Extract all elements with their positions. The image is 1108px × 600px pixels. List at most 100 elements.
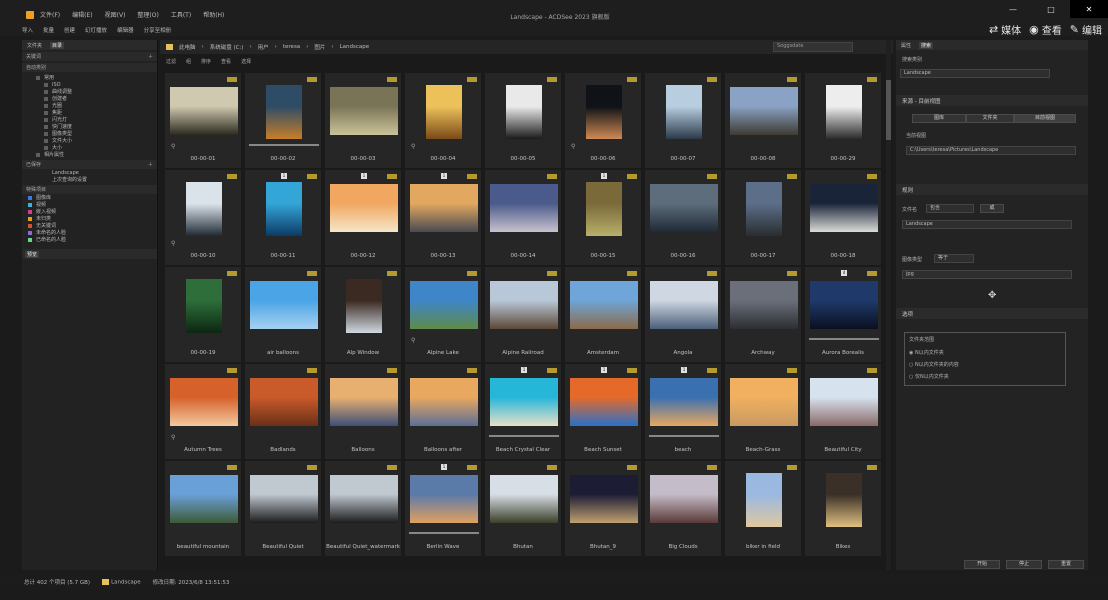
thumbnail-item[interactable]: ⚲ 00-00-01 (164, 72, 242, 169)
thumbnail-item[interactable]: 00-00-08 (724, 72, 802, 169)
special-item[interactable]: 未归类 (28, 215, 157, 222)
menu-file[interactable]: 文件(F) (40, 10, 60, 19)
rule-value-field[interactable]: Landscape (902, 220, 1072, 229)
tree-item[interactable]: 图像类型 (36, 130, 157, 137)
equal-select[interactable]: 等于 (934, 254, 974, 263)
option-radio[interactable]: ○ 仅N以内文件夹 (909, 373, 949, 380)
tree-item[interactable]: 常用 (36, 74, 157, 81)
auto-categories-header[interactable]: 自动类别 (22, 63, 157, 72)
thumbnail-item[interactable]: 00-00-17 (724, 169, 802, 266)
tree-item[interactable]: 创建者 (36, 95, 157, 102)
breadcrumb-item[interactable]: 系统磁盘 (C:) (210, 43, 244, 51)
tree-item[interactable]: 文件大小 (36, 137, 157, 144)
keywords-header[interactable]: 关键词 ＋ (22, 52, 157, 61)
mode-tab-view[interactable]: ◉ 查看 (1029, 22, 1062, 37)
thumbnail-item[interactable]: beautiful mountain (164, 460, 242, 557)
option-radio[interactable]: ○ N以内文件夹的内容 (909, 361, 959, 368)
stop-button[interactable]: 停止 (1006, 560, 1042, 569)
thumbnail-item[interactable]: 1 beach (644, 363, 722, 460)
tab-catalog[interactable]: 目录 (50, 41, 65, 49)
thumbnail-item[interactable]: 00-00-18 (804, 169, 882, 266)
mode-tab-media[interactable]: ⇄ 媒体 (989, 22, 1021, 37)
thumbnail-item[interactable]: 00-00-16 (644, 169, 722, 266)
thumbnail-item[interactable]: Alpine Railroad (484, 266, 562, 363)
toolbar-editor[interactable]: 编辑器 (117, 26, 134, 34)
vertical-scrollbar[interactable] (886, 40, 891, 570)
tree-item[interactable]: 闪光灯 (36, 116, 157, 123)
thumbnail-item[interactable]: Badlands (244, 363, 322, 460)
special-items-header[interactable]: 特殊项目 (22, 185, 157, 194)
add-icon[interactable]: ＋ (148, 161, 153, 168)
minimize-button[interactable]: — (994, 0, 1032, 18)
breadcrumb-item[interactable]: 用户 (258, 43, 269, 51)
options-section-header[interactable]: 选项 (896, 308, 1088, 319)
tab-preview[interactable]: 预览 (25, 250, 40, 258)
thumbnail-item[interactable]: 1 Beach Crystal Clear (484, 363, 562, 460)
thumbnail-item[interactable]: 1 Berlin Wave (404, 460, 482, 557)
thumbnail-item[interactable]: 00-00-03 (324, 72, 402, 169)
source-tab-library[interactable]: 图库 (912, 114, 966, 123)
add-icon[interactable]: ＋ (148, 53, 153, 60)
thumbnail-item[interactable]: air balloons (244, 266, 322, 363)
saved-searches-header[interactable]: 已保存 ＋ (22, 160, 157, 169)
tree-item[interactable]: 相片属性 (36, 151, 157, 158)
thumbnail-item[interactable]: 4 Aurora Borealis (804, 266, 882, 363)
thumbnail-item[interactable]: Big Clouds (644, 460, 722, 557)
thumbnail-item[interactable]: Beautiful Quiet_watermark (324, 460, 402, 557)
thumbnail-item[interactable]: Balloons (324, 363, 402, 460)
option-radio[interactable]: ◉ N以内文件夹 (909, 349, 944, 356)
or-button[interactable]: 或 (980, 204, 1004, 213)
toolbar-import[interactable]: 导入 (22, 26, 33, 34)
breadcrumb-item[interactable]: 此电脑 (179, 43, 196, 51)
thumbnail-item[interactable]: Amsterdam (564, 266, 642, 363)
special-item[interactable]: 未命名的人脸 (28, 229, 157, 236)
source-tab-folders[interactable]: 文件夹 (966, 114, 1014, 123)
saved-item[interactable]: Landscape (52, 169, 157, 176)
select-button[interactable]: 选择 (241, 58, 251, 65)
special-item[interactable]: 图像库 (28, 194, 157, 201)
source-tab-current-view[interactable]: 目前视图 (1014, 114, 1076, 123)
thumbnail-item[interactable]: ⚲ 00-00-04 (404, 72, 482, 169)
add-rule-icon[interactable]: ✥ (988, 290, 996, 301)
rules-section-header[interactable]: 规则 (896, 184, 1088, 195)
reset-button[interactable]: 重置 (1048, 560, 1084, 569)
thumbnail-item[interactable]: 1 00-00-15 (564, 169, 642, 266)
thumbnail-item[interactable]: Beautiful City (804, 363, 882, 460)
tab-search[interactable]: 搜索 (919, 41, 934, 49)
tree-item[interactable]: 大小 (36, 144, 157, 151)
tree-item[interactable]: 曲线调整 (36, 88, 157, 95)
tree-item[interactable]: 焦距 (36, 109, 157, 116)
thumbnail-item[interactable]: 1 00-00-12 (324, 169, 402, 266)
tab-properties[interactable]: 属性 (899, 42, 913, 49)
thumbnail-item[interactable]: Bikes (804, 460, 882, 557)
menu-edit[interactable]: 编辑(E) (72, 10, 92, 19)
thumbnail-item[interactable]: ⚲ 00-00-10 (164, 169, 242, 266)
thumbnail-item[interactable]: Bhutan_9 (564, 460, 642, 557)
breadcrumb-item[interactable]: 图片 (314, 43, 325, 51)
close-button[interactable]: ✕ (1070, 0, 1108, 18)
thumbnail-item[interactable]: ⚲ 00-00-06 (564, 72, 642, 169)
thumbnail-item[interactable]: 1 Beach Sunset (564, 363, 642, 460)
breadcrumb-item[interactable]: Landscape (340, 44, 370, 50)
quick-search-input[interactable]: Soggsdate (773, 42, 853, 52)
menu-organize[interactable]: 整理(O) (137, 10, 158, 19)
thumbnail-item[interactable]: ⚲ Autumn Trees (164, 363, 242, 460)
special-item[interactable]: 视频 (28, 201, 157, 208)
mode-tab-edit[interactable]: ✎ 编辑 (1070, 22, 1102, 37)
thumbnail-item[interactable]: Beautiful Quiet (244, 460, 322, 557)
search-name-field[interactable]: Landscape (900, 69, 1050, 78)
thumbnail-item[interactable]: Angola (644, 266, 722, 363)
start-button[interactable]: 开始 (964, 560, 1000, 569)
toolbar-slideshow[interactable]: 幻灯播放 (85, 26, 107, 34)
thumbnail-item[interactable]: 00-00-05 (484, 72, 562, 169)
menu-tools[interactable]: 工具(T) (171, 10, 191, 19)
tab-folders[interactable]: 文件夹 (25, 42, 44, 49)
view-button[interactable]: 查看 (221, 58, 231, 65)
saved-item[interactable]: 上次查询的设置 (52, 176, 157, 183)
thumbnail-item[interactable]: Archway (724, 266, 802, 363)
thumbnail-item[interactable]: 00-00-07 (644, 72, 722, 169)
menu-help[interactable]: 帮助(H) (203, 10, 224, 19)
source-path-field[interactable]: C:\Users\teresa\Pictures\Landscape (906, 146, 1076, 155)
thumbnail-item[interactable]: Beach-Grass (724, 363, 802, 460)
thumbnail-item[interactable]: Balloons after (404, 363, 482, 460)
